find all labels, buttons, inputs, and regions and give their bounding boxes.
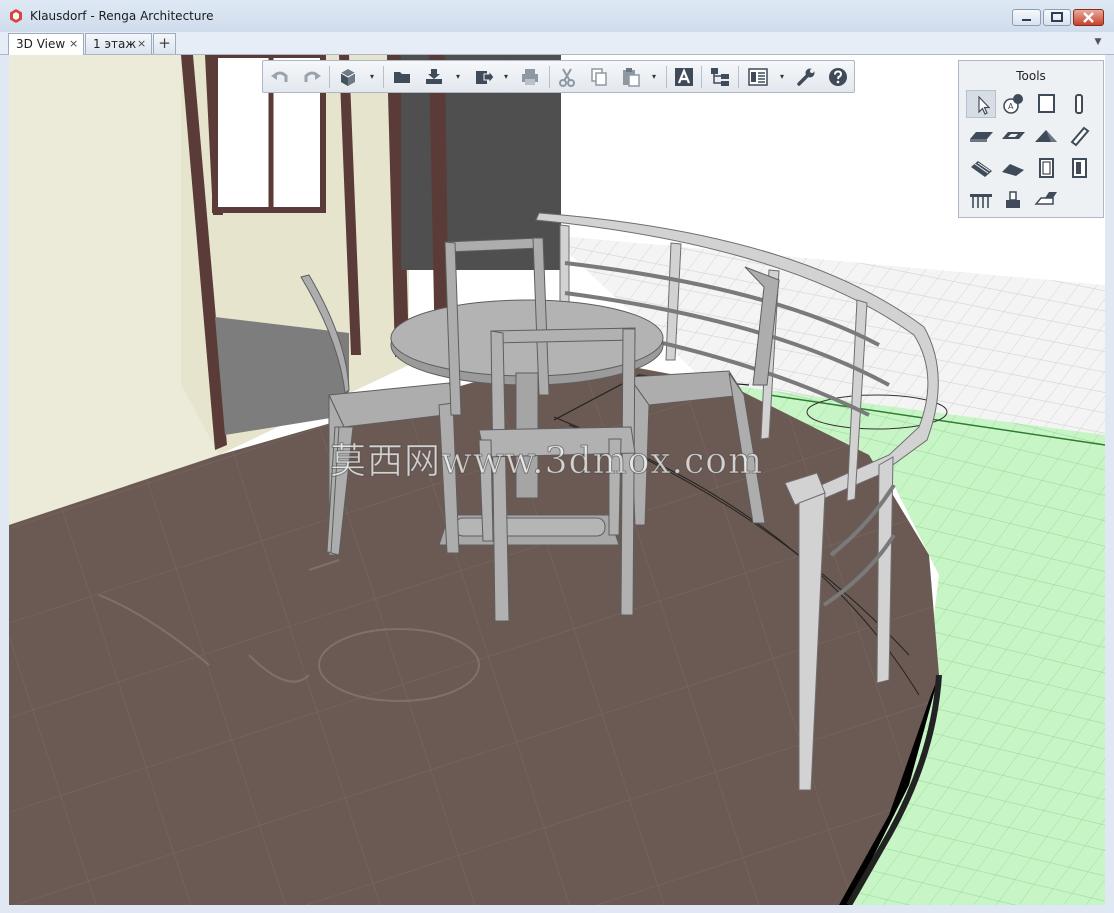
tool-stair[interactable] (966, 154, 996, 182)
print-icon (522, 69, 538, 85)
paste-dropdown-icon[interactable]: ▾ (652, 73, 660, 81)
properties-dropdown-icon[interactable]: ▾ (780, 73, 788, 81)
minimize-icon (1022, 19, 1031, 21)
copy-icon (591, 68, 607, 86)
export-dropdown-icon[interactable]: ▾ (504, 73, 512, 81)
cut-icon (559, 68, 575, 87)
axis-icon: A (1003, 94, 1023, 114)
undo-button[interactable] (269, 66, 291, 88)
tool-beam[interactable] (1064, 122, 1094, 150)
tool-select[interactable] (966, 90, 996, 118)
export-button[interactable] (473, 66, 495, 88)
roof-icon (1035, 130, 1057, 142)
tool-axis[interactable]: A (998, 90, 1028, 118)
floor-icon (970, 132, 993, 142)
tool-floor[interactable] (966, 122, 996, 150)
text-style-button[interactable] (673, 66, 695, 88)
ramp-icon (1002, 164, 1024, 176)
tab-label: 3D View (16, 37, 66, 51)
railing-icon (970, 194, 992, 208)
import-dropdown-icon[interactable]: ▾ (456, 73, 464, 81)
tool-column[interactable] (1064, 90, 1094, 118)
title-bar: Klausdorf - Renga Architecture (0, 0, 1114, 33)
hierarchy-icon (711, 68, 729, 86)
select-icon (978, 95, 991, 115)
help-button[interactable] (827, 66, 849, 88)
tab-label: 1 этаж (93, 37, 137, 51)
tool-door[interactable] (1064, 154, 1094, 182)
tools-panel: Tools A (958, 60, 1104, 218)
watermark: 莫西网www.3dmox.com (329, 441, 764, 483)
open-button[interactable] (391, 66, 413, 88)
import-icon (426, 69, 442, 84)
add-tab-button[interactable]: + (153, 33, 176, 54)
element-icon (1034, 192, 1057, 205)
help-icon (829, 68, 847, 86)
equipment-icon (1006, 191, 1020, 208)
settings-wrench-icon (797, 68, 815, 86)
close-icon (1083, 12, 1094, 23)
tab-floor-1[interactable]: 1 этаж × (85, 33, 152, 54)
view-mode-dropdown-icon[interactable]: ▾ (370, 73, 378, 81)
properties-icon (748, 68, 768, 86)
tool-equipment[interactable] (998, 186, 1028, 214)
hierarchy-button[interactable] (709, 66, 731, 88)
view-mode-button[interactable] (337, 66, 359, 88)
close-button[interactable] (1073, 9, 1104, 26)
maximize-button[interactable] (1043, 9, 1071, 26)
redo-icon (304, 71, 321, 82)
wall-icon (1038, 94, 1055, 113)
view-cube-icon (340, 69, 356, 86)
renga-app-icon (10, 9, 22, 23)
opening-icon (1002, 132, 1025, 139)
properties-button[interactable] (747, 66, 769, 88)
tab-list-dropdown-icon[interactable]: ▼ (1090, 37, 1106, 51)
paste-icon (623, 68, 640, 87)
tools-panel-title: Tools (1016, 69, 1046, 83)
open-folder-icon (394, 72, 410, 83)
column-icon (1075, 94, 1083, 114)
door-icon (1072, 158, 1087, 178)
tool-roof[interactable] (1031, 122, 1061, 150)
copy-button[interactable] (588, 66, 610, 88)
document-tab-bar: 3D View × 1 этаж × + ▼ (0, 32, 1114, 55)
tab-close-icon[interactable]: × (137, 37, 146, 50)
paste-button[interactable] (620, 66, 642, 88)
text-style-icon (675, 68, 693, 86)
print-button[interactable] (519, 66, 541, 88)
tool-element[interactable] (1031, 186, 1061, 214)
cut-button[interactable] (556, 66, 578, 88)
export-icon (476, 69, 495, 85)
tab-3d-view[interactable]: 3D View × (8, 33, 84, 55)
tool-railing[interactable] (966, 186, 996, 214)
settings-button[interactable] (795, 66, 817, 88)
window-title: Klausdorf - Renga Architecture (30, 9, 214, 23)
import-button[interactable] (423, 66, 445, 88)
main-toolbar: ▾ ▾ ▾ ▾ ▾ (262, 60, 855, 93)
minimize-button[interactable] (1012, 9, 1041, 26)
tool-wall[interactable] (1031, 90, 1061, 118)
tool-window[interactable] (1031, 154, 1061, 182)
beam-icon (1070, 126, 1090, 147)
tool-opening[interactable] (998, 122, 1028, 150)
tool-ramp[interactable] (998, 154, 1028, 182)
svg-text:A: A (1008, 102, 1014, 111)
restore-icon (1051, 12, 1063, 22)
redo-button[interactable] (301, 66, 323, 88)
window-icon (1039, 158, 1054, 178)
stair-icon (971, 161, 992, 177)
tab-close-icon[interactable]: × (69, 37, 78, 50)
undo-icon (271, 71, 288, 82)
